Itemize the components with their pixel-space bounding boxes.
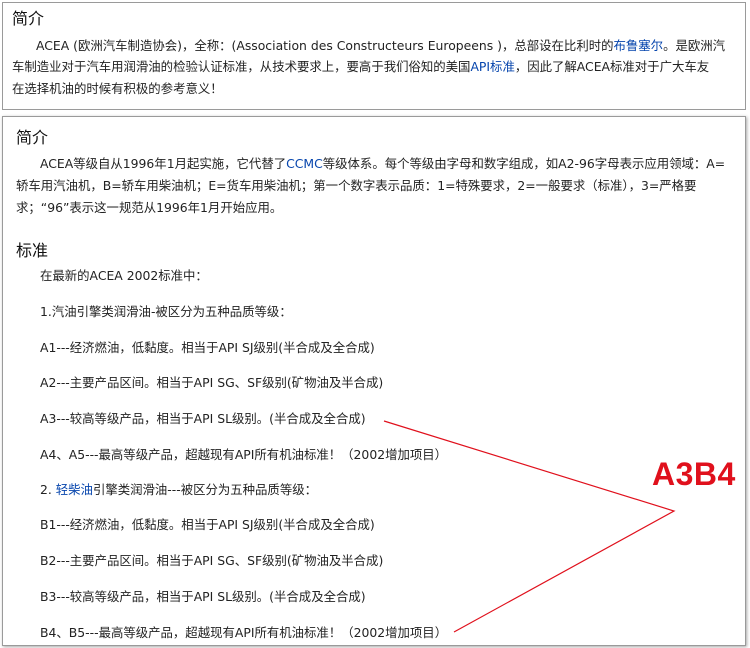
intro-title: 简介 <box>12 9 45 28</box>
standards-intro: 在最新的ACEA 2002标准中： <box>40 268 208 283</box>
main-text: 等级体系。每个等级由字母和数字组成，如A2-96字母表示应用领域：A= <box>322 156 726 171</box>
standards-title: 标准 <box>16 241 49 260</box>
diesel-heading-prefix: 2. <box>40 482 56 497</box>
grade-b1: B1---经济燃油，低黏度。相当于API SJ级别(半合成及全合成) <box>40 517 375 532</box>
light-diesel-link[interactable]: 轻柴油 <box>56 482 93 497</box>
grade-b2: B2---主要产品区间。相当于API SG、SF级别(矿物油及半合成) <box>40 553 384 568</box>
api-standard-link[interactable]: API标准 <box>470 59 514 74</box>
intro-line-1: ACEA (欧洲汽车制造协会)，全称：(Association des Cons… <box>36 37 725 55</box>
diesel-heading-text: 引擎类润滑油---被区分为五种品质等级： <box>92 482 317 497</box>
grade-a1: A1---经济燃油，低黏度。相当于API SJ级别(半合成及全合成) <box>40 340 375 355</box>
main-line-2: 轿车用汽油机，B=轿车用柴油机；E=货车用柴油机；第一个数字表示品质：1=特殊要… <box>16 178 697 193</box>
gasoline-heading: 1.汽油引擎类润滑油-被区分为五种品质等级： <box>40 304 292 319</box>
main-line-3: 求；“96”表示这一规范从1996年1月开始应用。 <box>16 200 283 215</box>
grade-a2: A2---主要产品区间。相当于API SG、SF级别(矿物油及半合成) <box>40 375 384 390</box>
main-text: ACEA等级自从1996年1月起实施，它代替了 <box>40 156 287 171</box>
brussels-link[interactable]: 布鲁塞尔 <box>614 38 664 53</box>
intro-line-3: 在选择机油的时候有积极的参考意义！ <box>12 81 223 96</box>
grade-a3: A3---较高等级产品，相当于API SL级别。(半合成及全合成) <box>40 411 366 426</box>
grade-b4-b5: B4、B5---最高等级产品，超越现有API所有机油标准！（2002增加项目） <box>40 625 448 640</box>
intro-text: ACEA (欧洲汽车制造协会)，全称：(Association des Cons… <box>36 38 614 53</box>
intro-text: 。是欧洲汽 <box>663 38 726 53</box>
diesel-heading: 2. 轻柴油引擎类润滑油---被区分为五种品质等级： <box>40 481 317 499</box>
grade-b3: B3---较高等级产品，相当于API SL级别。(半合成及全合成) <box>40 589 366 604</box>
main-intro-title: 简介 <box>16 128 49 147</box>
grade-a4-a5: A4、A5---最高等级产品，超越现有API所有机油标准！（2002增加项目） <box>40 447 448 462</box>
ccmc-link[interactable]: CCMC <box>286 156 323 171</box>
intro-line-2: 车制造业对于汽车用润滑油的检验认证标准，从技术要求上，要高于我们俗知的美国API… <box>12 58 709 76</box>
intro-text: ，因此了解ACEA标准对于广大车友 <box>514 59 710 74</box>
intro-text: 车制造业对于汽车用润滑油的检验认证标准，从技术要求上，要高于我们俗知的美国 <box>12 59 471 74</box>
annotation-label: A3B4 <box>652 456 736 492</box>
main-line-1: ACEA等级自从1996年1月起实施，它代替了CCMC等级体系。每个等级由字母和… <box>40 155 725 173</box>
